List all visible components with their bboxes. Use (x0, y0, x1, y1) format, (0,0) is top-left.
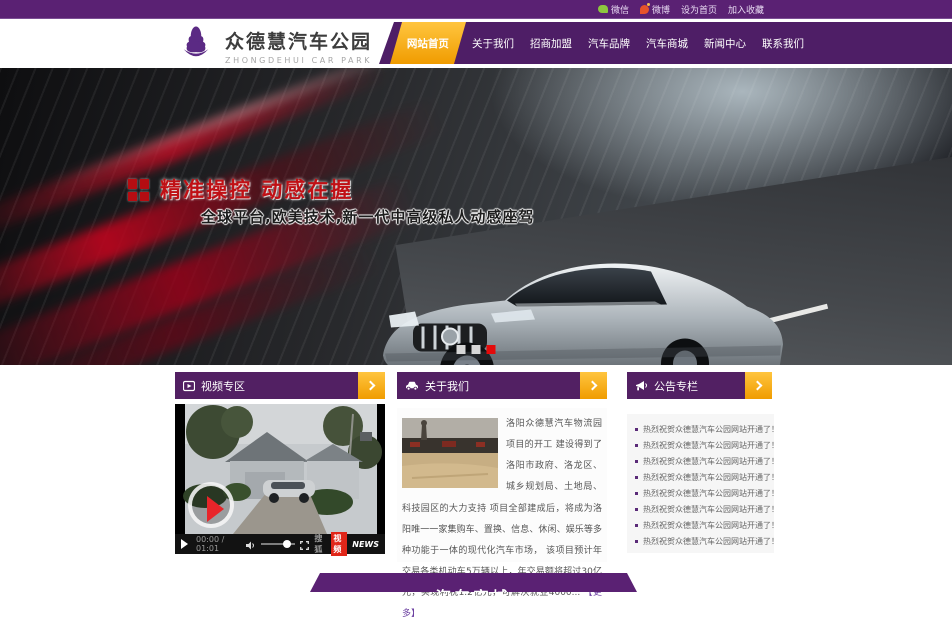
megaphone-icon (635, 380, 648, 392)
bullet-icon (635, 476, 638, 479)
banner-headline: 精准操控 动感在握 (160, 174, 353, 204)
wechat-label: 微信 (611, 3, 629, 16)
video-controls: 00:00 / 01:01 搜狐 视频 NEWS (175, 534, 385, 554)
nav-item-brands[interactable]: 汽车品牌 (580, 22, 638, 64)
bottom-section-title: 汽车商城 (310, 586, 637, 592)
video-time: 00:00 / 01:01 (196, 535, 236, 553)
hero-car-image (355, 203, 795, 365)
notice-item[interactable]: 热烈祝贺众德慧汽车公园网站开通了！ (627, 421, 774, 437)
notice-panel-title: 公告专栏 (654, 378, 698, 394)
sohu-brand: 搜狐 (314, 533, 326, 555)
carousel-dot-2[interactable] (472, 345, 481, 354)
notice-item[interactable]: 热烈祝贺众德慧汽车公园网站开通了！ (627, 485, 774, 501)
nav-list: 网站首页 关于我们 招商加盟 汽车品牌 汽车商城 新闻中心 联系我们 (394, 22, 952, 64)
video-panel-title: 视频专区 (201, 378, 245, 394)
logo-text: 众德慧汽车公园 ZHONGDEHUI CAR PARK (225, 27, 372, 65)
add-favorite-link[interactable]: 加入收藏 (728, 3, 764, 16)
main-nav: 网站首页 关于我们 招商加盟 汽车品牌 汽车商城 新闻中心 联系我们 (394, 22, 952, 64)
weibo-icon (640, 5, 649, 14)
bullet-icon (635, 444, 638, 447)
hero-banner: 精准操控 动感在握 全球平台,欧美技术,新一代中高级私人动感座驾 (0, 68, 952, 365)
banner-subline: 全球平台,欧美技术,新一代中高级私人动感座驾 (201, 206, 534, 227)
notice-item[interactable]: 热烈祝贺众德慧汽车公园网站开通了！ (627, 517, 774, 533)
bullet-icon (635, 492, 638, 495)
logo-flower-icon (175, 23, 217, 69)
bullet-icon (635, 460, 638, 463)
chevron-right-icon (366, 381, 376, 391)
notice-item[interactable]: 热烈祝贺众德慧汽车公园网站开通了！ (627, 533, 774, 549)
nav-item-home[interactable]: 网站首页 (390, 22, 466, 64)
chevron-right-icon (588, 381, 598, 391)
logo-title: 众德慧汽车公园 (225, 27, 372, 54)
notice-panel-header: 公告专栏 (627, 372, 772, 399)
nav-item-about[interactable]: 关于我们 (464, 22, 522, 64)
notice-more-button[interactable] (745, 372, 772, 399)
notice-item[interactable]: 热烈祝贺众德慧汽车公园网站开通了！ (627, 453, 774, 469)
weibo-link[interactable]: 微博 (640, 3, 670, 16)
carousel-dot-3[interactable] (487, 345, 496, 354)
weibo-label: 微博 (652, 3, 670, 16)
site-header: 众德慧汽车公园 ZHONGDEHUI CAR PARK 网站首页 关于我们 招商… (0, 20, 952, 68)
video-more-button[interactable] (358, 372, 385, 399)
wechat-icon (598, 5, 608, 13)
red-squares-icon (128, 179, 150, 201)
nav-item-news[interactable]: 新闻中心 (696, 22, 754, 64)
top-bar: 微信 微博 设为首页 加入收藏 (0, 0, 952, 19)
speaker-icon[interactable] (246, 535, 256, 554)
bullet-icon (635, 428, 638, 431)
about-photo (402, 418, 498, 488)
nav-item-mall[interactable]: 汽车商城 (638, 22, 696, 64)
about-panel-title: 关于我们 (425, 378, 469, 394)
notice-list: 热烈祝贺众德慧汽车公园网站开通了！ 热烈祝贺众德慧汽车公园网站开通了！ 热烈祝贺… (627, 421, 774, 549)
bullet-icon (635, 540, 638, 543)
notice-item[interactable]: 热烈祝贺众德慧汽车公园网站开通了！ (627, 469, 774, 485)
video-panel-header: 视频专区 (175, 372, 385, 399)
news-brand: NEWS (352, 540, 379, 549)
chevron-right-icon (753, 381, 763, 391)
sohu-video-badge: 视频 (331, 532, 347, 556)
about-panel-header: 关于我们 (397, 372, 607, 399)
carousel-dots (457, 345, 496, 354)
bullet-icon (635, 508, 638, 511)
notice-item[interactable]: 热烈祝贺众德慧汽车公园网站开通了！ (627, 437, 774, 453)
bullet-icon (635, 524, 638, 527)
volume-slider[interactable] (261, 543, 295, 545)
video-player: 00:00 / 01:01 搜狐 视频 NEWS (175, 404, 385, 554)
play-button-overlay[interactable] (188, 482, 234, 528)
topbar-links: 微信 微博 设为首页 加入收藏 (598, 0, 764, 18)
set-homepage-link[interactable]: 设为首页 (681, 3, 717, 16)
carousel-dot-1[interactable] (457, 345, 466, 354)
logo-subtitle: ZHONGDEHUI CAR PARK (225, 56, 372, 65)
notice-list-box: 热烈祝贺众德慧汽车公园网站开通了！ 热烈祝贺众德慧汽车公园网站开通了！ 热烈祝贺… (627, 414, 774, 553)
bottom-section-banner: 汽车商城 (310, 573, 637, 592)
site-logo[interactable]: 众德慧汽车公园 ZHONGDEHUI CAR PARK (175, 23, 372, 69)
play-icon[interactable] (181, 539, 188, 549)
about-more-button[interactable] (580, 372, 607, 399)
wechat-link[interactable]: 微信 (598, 3, 629, 16)
notice-item[interactable]: 热烈祝贺众德慧汽车公园网站开通了！ (627, 501, 774, 517)
video-icon (183, 380, 195, 392)
fullscreen-icon[interactable] (300, 535, 309, 554)
about-content: 洛阳众德慧汽车物流园项目的开工 建设得到了洛阳市政府、洛龙区、城乡规划局、土地局… (397, 408, 607, 562)
car-icon (405, 380, 419, 391)
nav-item-contact[interactable]: 联系我们 (754, 22, 812, 64)
nav-item-join[interactable]: 招商加盟 (522, 22, 580, 64)
